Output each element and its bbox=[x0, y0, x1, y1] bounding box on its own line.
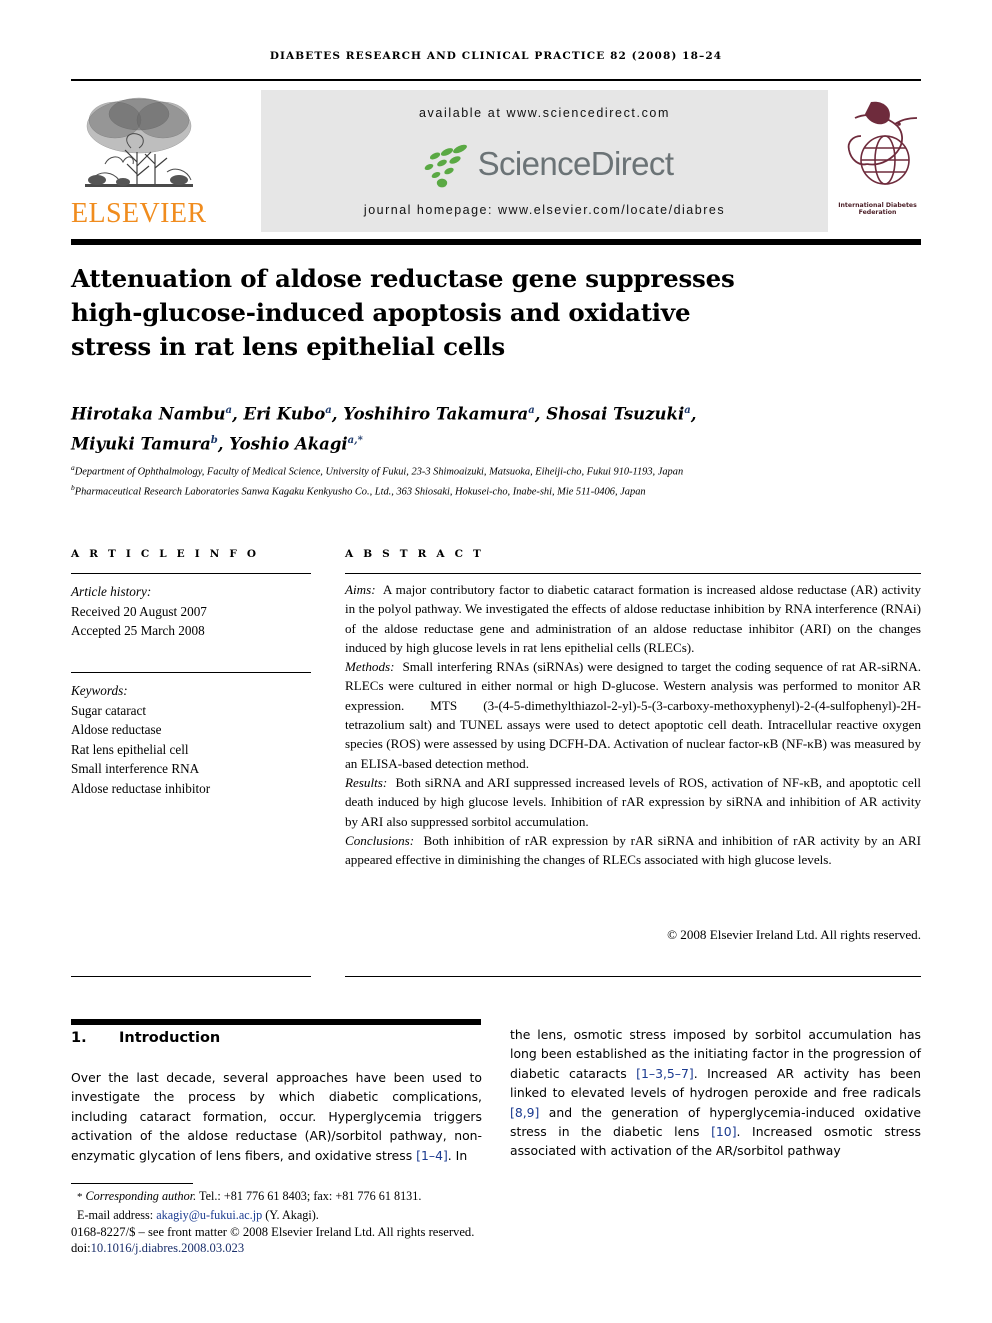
abstract-body: Aims: A major contributory factor to dia… bbox=[345, 580, 921, 869]
running-head: DIABETES RESEARCH AND CLINICAL PRACTICE … bbox=[269, 50, 723, 62]
journal-homepage-text: journal homepage: www.elsevier.com/locat… bbox=[363, 203, 726, 217]
keyword-item: Rat lens epithelial cell bbox=[71, 741, 189, 757]
author-list: Hirotaka Nambua, Eri Kuboa, Yoshihiro Ta… bbox=[71, 404, 697, 454]
intro-paragraph-right: the lens, osmotic stress imposed by sorb… bbox=[510, 1027, 921, 1159]
doi-value[interactable]: 10.1016/j.diabres.2008.03.023 bbox=[91, 1241, 245, 1255]
idf-logo: International Diabetes Federation bbox=[834, 90, 921, 232]
doi-label: doi: bbox=[71, 1241, 91, 1255]
info-rule-top bbox=[71, 573, 311, 575]
keyword-item: Aldose reductase inhibitor bbox=[71, 780, 211, 796]
abstract-rule-top bbox=[345, 573, 921, 575]
article-history: Article history: Received 20 August 2007… bbox=[71, 582, 321, 641]
corresponding-author-contact: Tel.: +81 776 61 8403; fax: +81 776 61 8… bbox=[196, 1189, 422, 1203]
abstract-aims: Aims: A major contributory factor to dia… bbox=[345, 582, 921, 655]
info-rule-keywords bbox=[71, 672, 311, 674]
elsevier-logo: ELSEVIER bbox=[71, 90, 206, 232]
header-rule bbox=[71, 79, 921, 81]
citation-link[interactable]: [1–4] bbox=[416, 1148, 448, 1163]
sciencedirect-wordmark: ScienceDirect bbox=[477, 145, 674, 182]
idf-caption: International Diabetes Federation bbox=[838, 202, 917, 216]
section-title: Introduction bbox=[119, 1030, 221, 1046]
keyword-item: Small interference RNA bbox=[71, 761, 200, 777]
keywords-label: Keywords: bbox=[71, 683, 128, 698]
email-suffix: (Y. Akagi). bbox=[265, 1207, 319, 1222]
article-title: Attenuation of aldose reductase gene sup… bbox=[71, 264, 735, 361]
sciencedirect-logo: ScienceDirect bbox=[261, 135, 828, 193]
idf-bird-globe-icon bbox=[847, 101, 918, 185]
intro-column-right: the lens, osmotic stress imposed by sorb… bbox=[510, 1025, 921, 1161]
affiliations: aDepartment of Ophthalmology, Faculty of… bbox=[71, 460, 921, 500]
email-link[interactable]: akagiy@u-fukui.ac.jp bbox=[156, 1208, 262, 1222]
corresponding-author-line: * Corresponding author. Tel.: +81 776 61… bbox=[71, 1188, 501, 1207]
front-matter-line: 0168-8227/$ – see front matter © 2008 El… bbox=[71, 1225, 475, 1239]
citation-link[interactable]: [8,9] bbox=[510, 1105, 539, 1120]
keywords-block: Keywords: Sugar cataract Aldose reductas… bbox=[71, 681, 321, 799]
accepted-date: Accepted 25 March 2008 bbox=[71, 623, 205, 639]
email-label: E-mail address: bbox=[77, 1207, 154, 1222]
paper-page: DIABETES RESEARCH AND CLINICAL PRACTICE … bbox=[0, 0, 992, 1323]
affiliation-b: bPharmaceutical Research Laboratories Sa… bbox=[71, 483, 646, 498]
abstract-copyright: © 2008 Elsevier Ireland Ltd. All rights … bbox=[667, 927, 921, 942]
introduction-heading: 1. Introduction bbox=[71, 1030, 481, 1046]
email-line: E-mail address: akagiy@u-fukui.ac.jp (Y.… bbox=[71, 1207, 501, 1225]
article-info-heading: A R T I C L E I N F O bbox=[71, 548, 260, 560]
abstract-methods: Methods: Small interfering RNAs (siRNAs)… bbox=[345, 659, 921, 771]
affiliation-a: aDepartment of Ophthalmology, Faculty of… bbox=[71, 463, 684, 478]
keyword-item: Sugar cataract bbox=[71, 702, 147, 718]
article-history-label: Article history: bbox=[71, 584, 152, 599]
info-rule-bottom bbox=[71, 976, 311, 978]
corresponding-author-label: Corresponding author. bbox=[85, 1189, 197, 1203]
elsevier-tree-icon bbox=[85, 97, 193, 187]
intro-column-left: Over the last decade, several approaches… bbox=[71, 1068, 482, 1165]
doi-line[interactable]: doi:10.1016/j.diabres.2008.03.023 bbox=[71, 1241, 771, 1256]
abstract-results: Results: Both siRNA and ARI suppressed i… bbox=[345, 774, 921, 829]
sciencedirect-leaf-icon bbox=[424, 144, 467, 188]
journal-banner: ELSEVIER available at www.sciencedirect.… bbox=[71, 90, 921, 232]
banner-bottom-rule bbox=[71, 239, 921, 245]
citation-link[interactable]: [1–3,5–7] bbox=[636, 1066, 694, 1081]
intro-paragraph-left: Over the last decade, several approaches… bbox=[71, 1070, 482, 1163]
abstract-rule-bottom bbox=[345, 976, 921, 978]
abstract-conclusions: Conclusions: Both inhibition of rAR expr… bbox=[345, 832, 921, 868]
asterisk-icon: * bbox=[77, 1191, 83, 1203]
received-date: Received 20 August 2007 bbox=[71, 603, 207, 619]
section-number: 1. bbox=[71, 1030, 87, 1046]
citation-link[interactable]: [10] bbox=[711, 1124, 736, 1139]
section-bar bbox=[71, 1019, 481, 1025]
footnote-rule bbox=[71, 1183, 193, 1185]
keyword-item: Aldose reductase bbox=[71, 722, 162, 738]
footnote-block: * Corresponding author. Tel.: +81 776 61… bbox=[71, 1188, 501, 1224]
available-at-text: available at www.sciencedirect.com bbox=[418, 106, 670, 120]
abstract-heading: A B S T R A C T bbox=[345, 548, 485, 560]
elsevier-wordmark: ELSEVIER bbox=[71, 198, 207, 229]
